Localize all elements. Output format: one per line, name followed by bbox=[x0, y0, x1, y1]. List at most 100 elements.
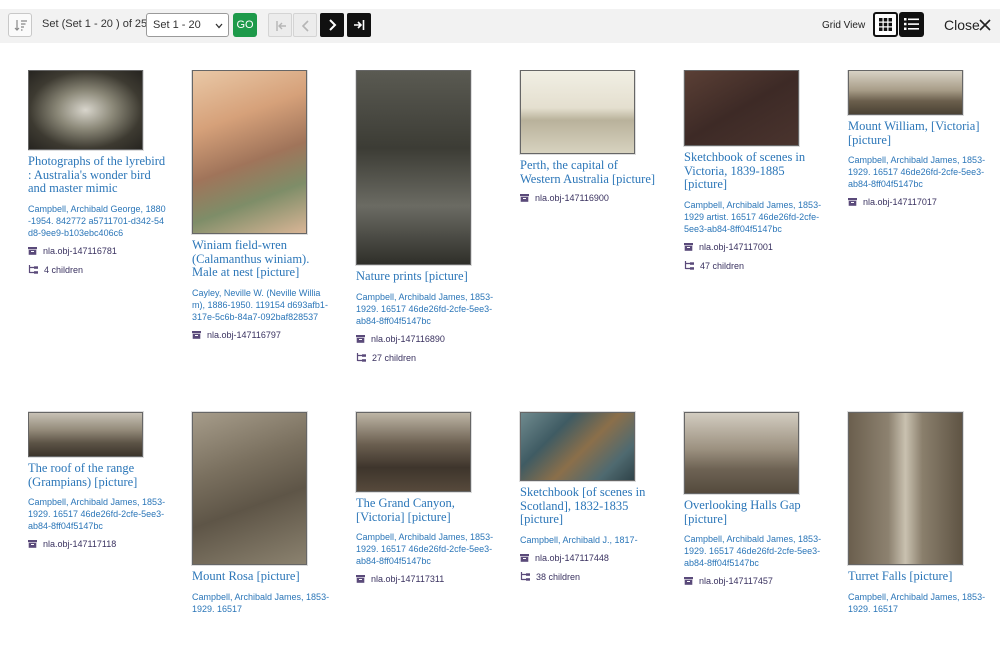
item-creator[interactable]: Campbell, Archibald James, 1853-1929. 16… bbox=[192, 591, 332, 615]
result-card: The roof of the range (Grampians) [pictu… bbox=[28, 412, 168, 549]
previous-page-button[interactable] bbox=[293, 13, 317, 37]
item-creator[interactable]: Campbell, Archibald James, 1853-1929. 16… bbox=[356, 291, 496, 327]
item-id: nla.obj-147117448 bbox=[520, 553, 660, 563]
item-creator[interactable]: Campbell, Archibald J., 1817- bbox=[520, 534, 660, 546]
result-card: The Grand Canyon, [Victoria] [picture] C… bbox=[356, 412, 496, 584]
result-card: Winiam field-wren (Calamanthus winiam). … bbox=[192, 70, 332, 340]
result-card: Mount Rosa [picture] Campbell, Archibald… bbox=[192, 412, 332, 615]
result-card: Photographs of the lyrebird : Australia'… bbox=[28, 70, 168, 275]
item-creator[interactable]: Campbell, Archibald James, 1853-1929. 16… bbox=[356, 531, 496, 567]
thumbnail-image[interactable] bbox=[848, 412, 963, 565]
archive-box-icon bbox=[848, 198, 857, 206]
thumbnail-image[interactable] bbox=[356, 70, 471, 265]
result-card: Nature prints [picture] Campbell, Archib… bbox=[356, 70, 496, 363]
item-title[interactable]: Sketchbook [of scenes in Scotland], 1832… bbox=[520, 485, 660, 527]
thumbnail-image[interactable] bbox=[356, 412, 471, 492]
archive-box-icon bbox=[684, 242, 693, 251]
item-id: nla.obj-147116781 bbox=[28, 246, 168, 256]
item-children[interactable]: 27 children bbox=[356, 353, 496, 363]
thumbnail-image[interactable] bbox=[192, 412, 307, 565]
thumbnail-image[interactable] bbox=[684, 412, 799, 494]
chevron-down-icon bbox=[215, 23, 223, 29]
archive-box-icon bbox=[520, 553, 529, 562]
hierarchy-icon bbox=[28, 265, 38, 274]
thumbnail-image[interactable] bbox=[520, 412, 635, 481]
item-title[interactable]: Nature prints [picture] bbox=[356, 269, 496, 284]
thumbnail-image[interactable] bbox=[848, 70, 963, 115]
item-id: nla.obj-147116900 bbox=[520, 193, 660, 203]
next-page-button[interactable] bbox=[320, 13, 344, 37]
close-button[interactable]: Close bbox=[944, 17, 991, 33]
archive-box-icon bbox=[28, 246, 37, 255]
go-button[interactable]: GO bbox=[233, 13, 257, 37]
list-view-button[interactable] bbox=[899, 12, 924, 37]
item-creator[interactable]: Campbell, Archibald James, 1853-1929. 16… bbox=[684, 533, 824, 569]
archive-box-icon bbox=[520, 194, 529, 202]
item-id: nla.obj-147117001 bbox=[684, 242, 824, 252]
item-title[interactable]: The Grand Canyon, [Victoria] [picture] bbox=[356, 496, 496, 524]
next-page-icon bbox=[329, 19, 337, 31]
thumbnail-image[interactable] bbox=[520, 70, 635, 154]
thumbnail-image[interactable] bbox=[28, 70, 143, 150]
item-id: nla.obj-147117457 bbox=[684, 576, 824, 586]
item-children[interactable]: 38 children bbox=[520, 572, 660, 582]
hierarchy-icon bbox=[684, 261, 694, 270]
archive-box-icon bbox=[192, 330, 201, 339]
item-id: nla.obj-147116890 bbox=[356, 334, 496, 344]
item-title[interactable]: Winiam field-wren (Calamanthus winiam). … bbox=[192, 238, 332, 280]
item-creator[interactable]: Campbell, Archibald James, 1853-1929 art… bbox=[684, 199, 824, 235]
results-grid: Photographs of the lyrebird : Australia'… bbox=[28, 70, 988, 630]
archive-box-icon bbox=[28, 540, 37, 548]
first-page-button[interactable] bbox=[268, 13, 292, 37]
archive-box-icon bbox=[356, 334, 365, 343]
previous-page-icon bbox=[301, 20, 309, 32]
result-card: Sketchbook of scenes in Victoria, 1839-1… bbox=[684, 70, 824, 271]
item-creator[interactable]: Campbell, Archibald James, 1853-1929. 16… bbox=[28, 496, 168, 532]
item-id: nla.obj-147117311 bbox=[356, 574, 496, 584]
results-toolbar: Set (Set 1 - 20 ) of 257 Set 1 - 20 GO G… bbox=[0, 9, 1000, 43]
item-title[interactable]: Turret Falls [picture] bbox=[848, 569, 988, 584]
result-card: Mount William, [Victoria] [picture] Camp… bbox=[848, 70, 988, 207]
result-card: Sketchbook [of scenes in Scotland], 1832… bbox=[520, 412, 660, 582]
result-card: Turret Falls [picture] Campbell, Archiba… bbox=[848, 412, 988, 615]
result-card: Perth, the capital of Western Australia … bbox=[520, 70, 660, 203]
item-id: nla.obj-147117118 bbox=[28, 539, 168, 549]
item-title[interactable]: Photographs of the lyrebird : Australia'… bbox=[28, 154, 168, 196]
item-id: nla.obj-147117017 bbox=[848, 197, 988, 207]
set-select[interactable]: Set 1 - 20 bbox=[146, 13, 229, 37]
item-title[interactable]: Mount Rosa [picture] bbox=[192, 569, 332, 584]
item-creator[interactable]: Campbell, Archibald George, 1880-1954. 8… bbox=[28, 203, 168, 239]
close-label: Close bbox=[944, 17, 980, 33]
item-creator[interactable]: Cayley, Neville W. (Neville William), 18… bbox=[192, 287, 332, 323]
close-icon bbox=[979, 19, 991, 31]
sort-icon bbox=[14, 20, 27, 31]
hierarchy-icon bbox=[356, 353, 366, 362]
item-children[interactable]: 4 children bbox=[28, 265, 168, 275]
last-page-button[interactable] bbox=[347, 13, 371, 37]
archive-box-icon bbox=[684, 577, 693, 585]
item-title[interactable]: Overlooking Halls Gap [picture] bbox=[684, 498, 824, 526]
item-children[interactable]: 47 children bbox=[684, 261, 824, 271]
item-title[interactable]: Perth, the capital of Western Australia … bbox=[520, 158, 660, 186]
set-range-label: Set (Set 1 - 20 ) of 257 bbox=[42, 18, 154, 30]
thumbnail-image[interactable] bbox=[192, 70, 307, 234]
grid-view-icon bbox=[879, 18, 892, 31]
item-title[interactable]: The roof of the range (Grampians) [pictu… bbox=[28, 461, 168, 489]
sort-button[interactable] bbox=[8, 13, 32, 37]
item-creator[interactable]: Campbell, Archibald James, 1853-1929. 16… bbox=[848, 591, 988, 615]
item-creator[interactable]: Campbell, Archibald James, 1853-1929. 16… bbox=[848, 154, 988, 190]
last-page-icon bbox=[354, 20, 365, 30]
view-mode-label: Grid View bbox=[822, 20, 866, 31]
first-page-icon bbox=[276, 21, 286, 31]
hierarchy-icon bbox=[520, 572, 530, 581]
archive-box-icon bbox=[356, 575, 365, 583]
item-title[interactable]: Sketchbook of scenes in Victoria, 1839-1… bbox=[684, 150, 824, 192]
result-card: Overlooking Halls Gap [picture] Campbell… bbox=[684, 412, 824, 586]
item-title[interactable]: Mount William, [Victoria] [picture] bbox=[848, 119, 988, 147]
list-view-icon bbox=[904, 18, 919, 30]
grid-view-button[interactable] bbox=[873, 12, 898, 37]
thumbnail-image[interactable] bbox=[28, 412, 143, 457]
item-id: nla.obj-147116797 bbox=[192, 330, 332, 340]
thumbnail-image[interactable] bbox=[684, 70, 799, 146]
set-select-value: Set 1 - 20 bbox=[153, 19, 201, 31]
